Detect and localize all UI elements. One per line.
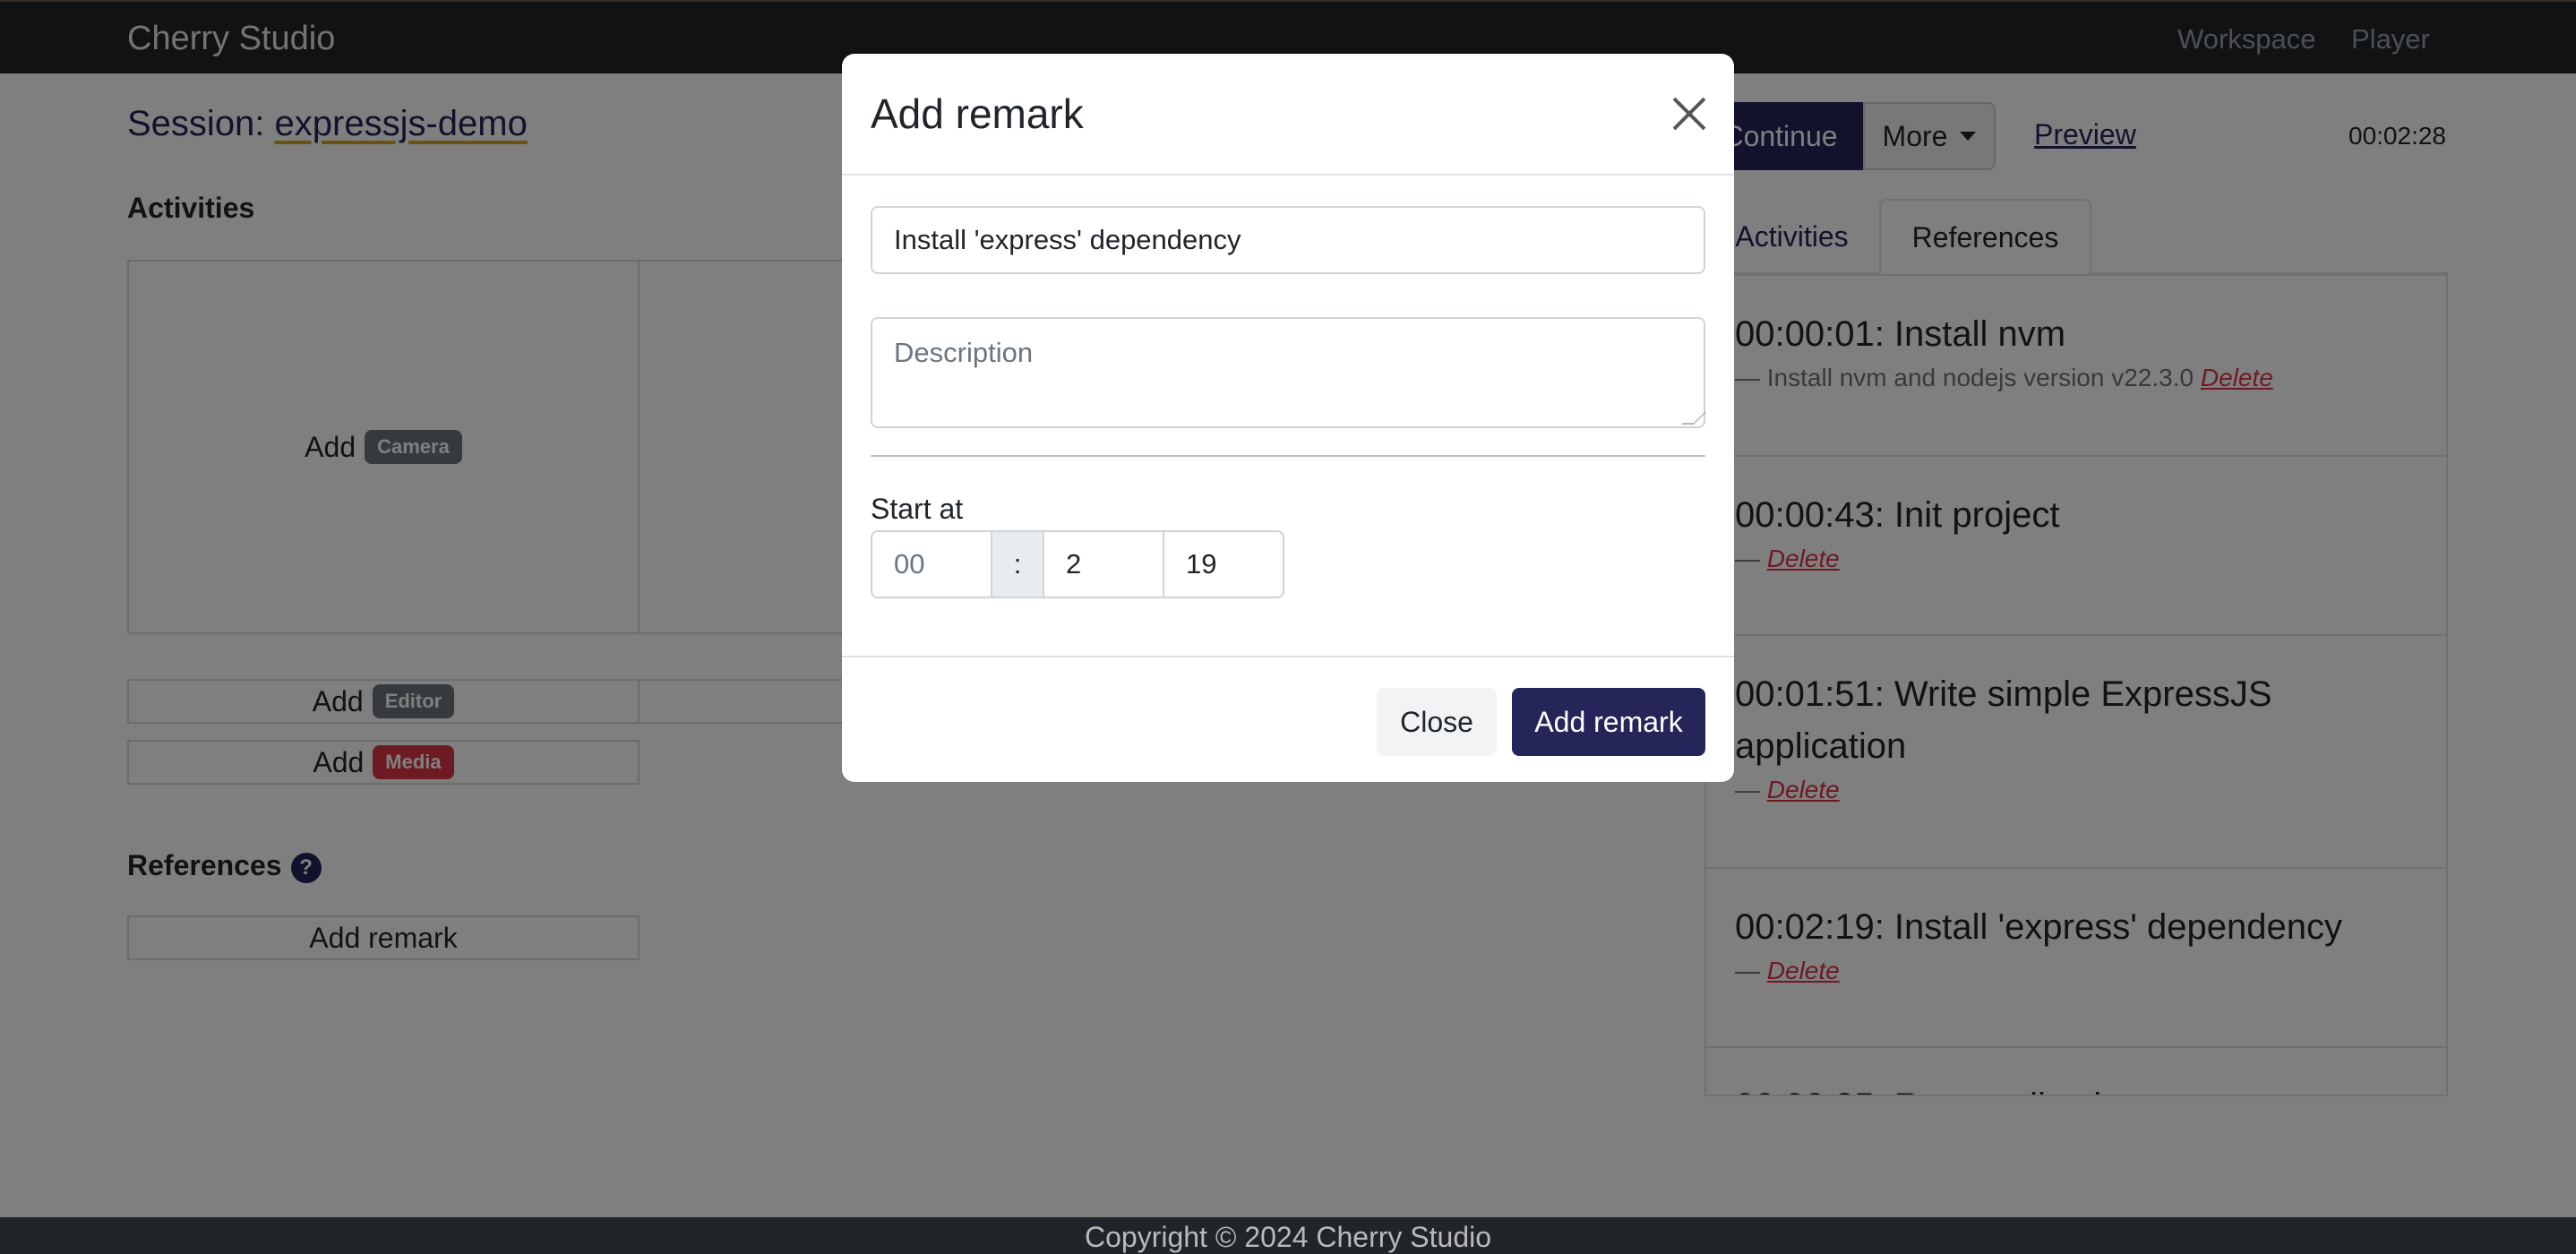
time-separator: : <box>991 530 1044 598</box>
remark-description-textarea[interactable]: Description <box>871 317 1705 428</box>
copyright-text: Copyright © 2024 Cherry Studio <box>1084 1221 1492 1253</box>
modal-title: Add remark <box>871 90 1084 137</box>
modal-header: Add remark <box>842 54 1734 176</box>
start-at-label: Start at <box>871 493 964 525</box>
add-remark-modal: Add remark Install 'express' dependency … <box>842 54 1734 782</box>
add-remark-button[interactable]: Add remark <box>1512 688 1705 756</box>
close-icon[interactable] <box>1670 95 1708 133</box>
close-button[interactable]: Close <box>1377 688 1497 756</box>
minutes-input[interactable]: 2 <box>1043 530 1164 598</box>
remark-title-input[interactable]: Install 'express' dependency <box>871 206 1705 274</box>
footer: Copyright © 2024 Cherry Studio <box>0 1217 2576 1254</box>
seconds-input[interactable]: 19 <box>1163 530 1284 598</box>
hours-input[interactable]: 00 <box>871 530 992 598</box>
modal-footer: Close Add remark <box>842 656 1734 782</box>
divider <box>871 455 1705 457</box>
